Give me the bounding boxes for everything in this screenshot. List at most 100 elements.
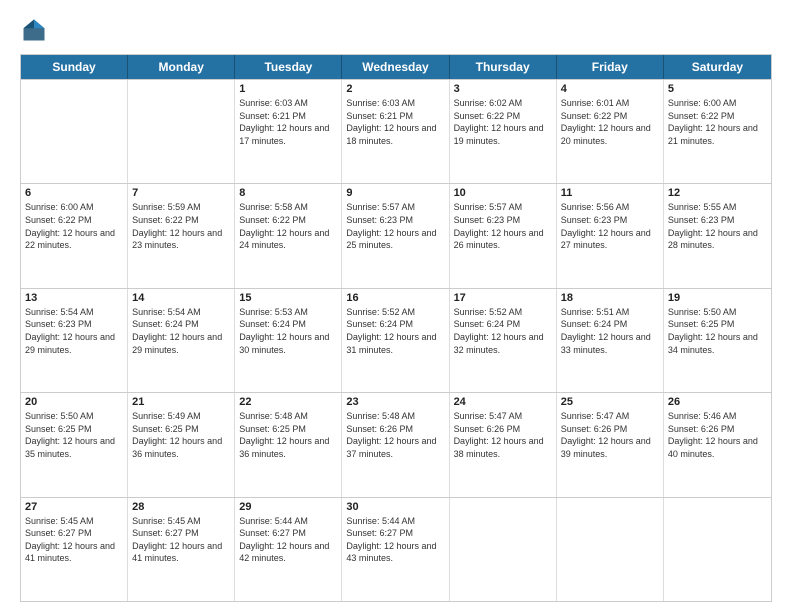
day-detail: Sunrise: 5:59 AM Sunset: 6:22 PM Dayligh…	[132, 201, 230, 251]
logo-icon	[20, 16, 48, 44]
day-header-tuesday: Tuesday	[235, 55, 342, 79]
calendar-cell: 10 Sunrise: 5:57 AM Sunset: 6:23 PM Dayli…	[450, 184, 557, 287]
day-number: 6	[25, 187, 123, 199]
calendar-cell: 24 Sunrise: 5:47 AM Sunset: 6:26 PM Dayli…	[450, 393, 557, 496]
day-detail: Sunrise: 5:51 AM Sunset: 6:24 PM Dayligh…	[561, 306, 659, 356]
calendar: SundayMondayTuesdayWednesdayThursdayFrid…	[20, 54, 772, 602]
calendar-cell	[450, 498, 557, 601]
calendar-cell: 6 Sunrise: 6:00 AM Sunset: 6:22 PM Daylig…	[21, 184, 128, 287]
day-number: 5	[668, 83, 767, 95]
day-header-thursday: Thursday	[450, 55, 557, 79]
calendar-cell: 4 Sunrise: 6:01 AM Sunset: 6:22 PM Daylig…	[557, 80, 664, 183]
day-header-wednesday: Wednesday	[342, 55, 449, 79]
day-number: 21	[132, 396, 230, 408]
calendar-cell: 9 Sunrise: 5:57 AM Sunset: 6:23 PM Daylig…	[342, 184, 449, 287]
day-number: 2	[346, 83, 444, 95]
day-detail: Sunrise: 5:57 AM Sunset: 6:23 PM Dayligh…	[346, 201, 444, 251]
calendar-cell	[664, 498, 771, 601]
calendar-cell	[557, 498, 664, 601]
day-detail: Sunrise: 5:52 AM Sunset: 6:24 PM Dayligh…	[346, 306, 444, 356]
day-number: 18	[561, 292, 659, 304]
day-number: 29	[239, 501, 337, 513]
week-row-3: 20 Sunrise: 5:50 AM Sunset: 6:25 PM Dayli…	[21, 392, 771, 496]
calendar-cell: 23Sunrise: 5:48 AM Sunset: 6:26 PM Dayli…	[342, 393, 449, 496]
day-header-monday: Monday	[128, 55, 235, 79]
day-detail: Sunrise: 5:50 AM Sunset: 6:25 PM Dayligh…	[25, 410, 123, 460]
calendar-cell	[21, 80, 128, 183]
week-row-0: 1 Sunrise: 6:03 AM Sunset: 6:21 PM Daylig…	[21, 79, 771, 183]
day-detail: Sunrise: 5:58 AM Sunset: 6:22 PM Dayligh…	[239, 201, 337, 251]
day-header-friday: Friday	[557, 55, 664, 79]
page: SundayMondayTuesdayWednesdayThursdayFrid…	[0, 0, 792, 612]
calendar-cell: 28Sunrise: 5:45 AM Sunset: 6:27 PM Dayli…	[128, 498, 235, 601]
calendar-cell: 15Sunrise: 5:53 AM Sunset: 6:24 PM Dayli…	[235, 289, 342, 392]
day-detail: Sunrise: 5:54 AM Sunset: 6:23 PM Dayligh…	[25, 306, 123, 356]
calendar-cell: 2 Sunrise: 6:03 AM Sunset: 6:21 PM Daylig…	[342, 80, 449, 183]
day-detail: Sunrise: 6:03 AM Sunset: 6:21 PM Dayligh…	[239, 97, 337, 147]
calendar-cell: 20 Sunrise: 5:50 AM Sunset: 6:25 PM Dayli…	[21, 393, 128, 496]
calendar-body: 1 Sunrise: 6:03 AM Sunset: 6:21 PM Daylig…	[21, 79, 771, 601]
day-number: 7	[132, 187, 230, 199]
day-detail: Sunrise: 5:55 AM Sunset: 6:23 PM Dayligh…	[668, 201, 767, 251]
day-number: 27	[25, 501, 123, 513]
calendar-cell: 30 Sunrise: 5:44 AM Sunset: 6:27 PM Dayli…	[342, 498, 449, 601]
day-number: 16	[346, 292, 444, 304]
day-number: 9	[346, 187, 444, 199]
day-number: 10	[454, 187, 552, 199]
calendar-cell: 8 Sunrise: 5:58 AM Sunset: 6:22 PM Daylig…	[235, 184, 342, 287]
calendar-cell: 22 Sunrise: 5:48 AM Sunset: 6:25 PM Dayli…	[235, 393, 342, 496]
day-detail: Sunrise: 6:01 AM Sunset: 6:22 PM Dayligh…	[561, 97, 659, 147]
calendar-cell: 27 Sunrise: 5:45 AM Sunset: 6:27 PM Dayli…	[21, 498, 128, 601]
day-detail: Sunrise: 5:49 AM Sunset: 6:25 PM Dayligh…	[132, 410, 230, 460]
day-header-saturday: Saturday	[664, 55, 771, 79]
calendar-cell: 13 Sunrise: 5:54 AM Sunset: 6:23 PM Dayli…	[21, 289, 128, 392]
calendar-cell: 3 Sunrise: 6:02 AM Sunset: 6:22 PM Daylig…	[450, 80, 557, 183]
day-detail: Sunrise: 5:45 AM Sunset: 6:27 PM Dayligh…	[132, 515, 230, 565]
day-detail: Sunrise: 5:56 AM Sunset: 6:23 PM Dayligh…	[561, 201, 659, 251]
day-number: 17	[454, 292, 552, 304]
day-number: 11	[561, 187, 659, 199]
calendar-cell: 7 Sunrise: 5:59 AM Sunset: 6:22 PM Daylig…	[128, 184, 235, 287]
day-header-sunday: Sunday	[21, 55, 128, 79]
day-number: 15	[239, 292, 337, 304]
day-number: 3	[454, 83, 552, 95]
day-detail: Sunrise: 5:47 AM Sunset: 6:26 PM Dayligh…	[454, 410, 552, 460]
calendar-cell: 17Sunrise: 5:52 AM Sunset: 6:24 PM Dayli…	[450, 289, 557, 392]
calendar-cell: 14Sunrise: 5:54 AM Sunset: 6:24 PM Dayli…	[128, 289, 235, 392]
day-detail: Sunrise: 5:57 AM Sunset: 6:23 PM Dayligh…	[454, 201, 552, 251]
day-number: 19	[668, 292, 767, 304]
calendar-cell: 12Sunrise: 5:55 AM Sunset: 6:23 PM Dayli…	[664, 184, 771, 287]
header	[20, 16, 772, 44]
day-number: 8	[239, 187, 337, 199]
calendar-cell: 16 Sunrise: 5:52 AM Sunset: 6:24 PM Dayli…	[342, 289, 449, 392]
calendar-cell: 19Sunrise: 5:50 AM Sunset: 6:25 PM Dayli…	[664, 289, 771, 392]
day-number: 24	[454, 396, 552, 408]
day-detail: Sunrise: 5:45 AM Sunset: 6:27 PM Dayligh…	[25, 515, 123, 565]
day-detail: Sunrise: 6:00 AM Sunset: 6:22 PM Dayligh…	[668, 97, 767, 147]
calendar-cell	[128, 80, 235, 183]
calendar-cell: 26 Sunrise: 5:46 AM Sunset: 6:26 PM Dayli…	[664, 393, 771, 496]
calendar-cell: 25 Sunrise: 5:47 AM Sunset: 6:26 PM Dayli…	[557, 393, 664, 496]
day-detail: Sunrise: 5:47 AM Sunset: 6:26 PM Dayligh…	[561, 410, 659, 460]
week-row-1: 6 Sunrise: 6:00 AM Sunset: 6:22 PM Daylig…	[21, 183, 771, 287]
day-detail: Sunrise: 6:02 AM Sunset: 6:22 PM Dayligh…	[454, 97, 552, 147]
day-detail: Sunrise: 5:54 AM Sunset: 6:24 PM Dayligh…	[132, 306, 230, 356]
calendar-cell: 29 Sunrise: 5:44 AM Sunset: 6:27 PM Dayli…	[235, 498, 342, 601]
day-number: 30	[346, 501, 444, 513]
day-number: 22	[239, 396, 337, 408]
day-number: 13	[25, 292, 123, 304]
day-detail: Sunrise: 5:46 AM Sunset: 6:26 PM Dayligh…	[668, 410, 767, 460]
week-row-4: 27 Sunrise: 5:45 AM Sunset: 6:27 PM Dayli…	[21, 497, 771, 601]
day-number: 4	[561, 83, 659, 95]
day-detail: Sunrise: 5:44 AM Sunset: 6:27 PM Dayligh…	[239, 515, 337, 565]
day-number: 1	[239, 83, 337, 95]
day-number: 26	[668, 396, 767, 408]
day-number: 20	[25, 396, 123, 408]
day-detail: Sunrise: 6:03 AM Sunset: 6:21 PM Dayligh…	[346, 97, 444, 147]
calendar-cell: 21 Sunrise: 5:49 AM Sunset: 6:25 PM Dayli…	[128, 393, 235, 496]
day-detail: Sunrise: 6:00 AM Sunset: 6:22 PM Dayligh…	[25, 201, 123, 251]
day-number: 25	[561, 396, 659, 408]
day-detail: Sunrise: 5:48 AM Sunset: 6:25 PM Dayligh…	[239, 410, 337, 460]
day-detail: Sunrise: 5:44 AM Sunset: 6:27 PM Dayligh…	[346, 515, 444, 565]
calendar-cell: 11 Sunrise: 5:56 AM Sunset: 6:23 PM Dayli…	[557, 184, 664, 287]
